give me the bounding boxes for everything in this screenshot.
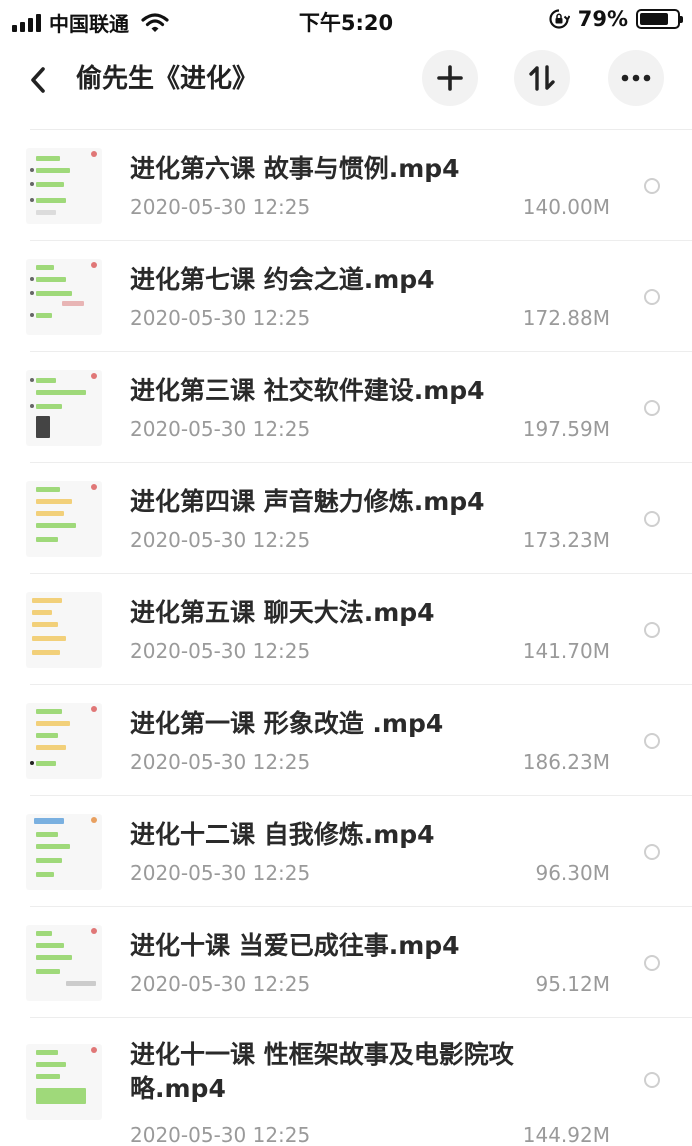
select-radio[interactable] (644, 844, 660, 860)
add-button[interactable] (422, 50, 478, 106)
file-date: 2020-05-30 12:25 (130, 639, 311, 663)
file-name: 进化第七课 约会之道.mp4 (130, 265, 435, 294)
select-radio[interactable] (644, 622, 660, 638)
status-bar: 中国联通 下午5:20 79% (0, 0, 692, 40)
file-size: 186.23M (522, 750, 610, 774)
file-row[interactable]: 进化十二课 自我修炼.mp4 2020-05-30 12:25 96.30M (0, 796, 692, 907)
file-date: 2020-05-30 12:25 (130, 972, 311, 996)
status-right: 79% (548, 7, 683, 31)
file-size: 197.59M (522, 417, 610, 441)
select-radio[interactable] (644, 511, 660, 527)
nav-header: 偷先生《进化》 (0, 40, 692, 120)
video-thumbnail (26, 814, 102, 890)
file-size: 144.92M (522, 1123, 610, 1146)
video-thumbnail (26, 370, 102, 446)
chevron-left-icon (31, 67, 45, 93)
file-row[interactable]: 进化第三课 社交软件建设.mp4 2020-05-30 12:25 197.59… (0, 352, 692, 463)
file-date: 2020-05-30 12:25 (130, 528, 311, 552)
select-radio[interactable] (644, 733, 660, 749)
file-size: 172.88M (522, 306, 610, 330)
file-row[interactable]: 进化第七课 约会之道.mp4 2020-05-30 12:25 172.88M (0, 241, 692, 352)
file-date: 2020-05-30 12:25 (130, 195, 311, 219)
video-thumbnail (26, 148, 102, 224)
select-radio[interactable] (644, 400, 660, 416)
rotation-lock-icon (549, 9, 570, 29)
file-name: 进化第一课 形象改造 .mp4 (130, 709, 444, 738)
file-size: 95.12M (535, 972, 610, 996)
select-radio[interactable] (644, 178, 660, 194)
sort-button[interactable] (514, 50, 570, 106)
file-row[interactable]: 进化第六课 故事与惯例.mp4 2020-05-30 12:25 140.00M (0, 130, 692, 241)
file-row[interactable]: 进化第五课 聊天大法.mp4 2020-05-30 12:25 141.70M (0, 574, 692, 685)
file-size: 141.70M (522, 639, 610, 663)
file-date: 2020-05-30 12:25 (130, 306, 311, 330)
video-thumbnail (26, 1044, 102, 1120)
file-name: 进化第四课 声音魅力修炼.mp4 (130, 487, 485, 516)
plus-icon (437, 65, 463, 91)
more-button[interactable] (608, 50, 664, 106)
file-size: 173.23M (522, 528, 610, 552)
select-radio[interactable] (644, 289, 660, 305)
file-row[interactable]: 进化第一课 形象改造 .mp4 2020-05-30 12:25 186.23M (0, 685, 692, 796)
video-thumbnail (26, 703, 102, 779)
file-name: 进化十一课 性框架故事及电影院攻略.mp4 (130, 1040, 514, 1103)
file-name: 进化十二课 自我修炼.mp4 (130, 820, 435, 849)
file-row[interactable]: 进化十课 当爱已成往事.mp4 2020-05-30 12:25 95.12M (0, 907, 692, 1018)
select-radio[interactable] (644, 1072, 660, 1088)
battery-icon (636, 9, 683, 29)
battery-fill (640, 13, 669, 25)
file-name: 进化十课 当爱已成往事.mp4 (130, 931, 460, 960)
video-thumbnail (26, 592, 102, 668)
file-date: 2020-05-30 12:25 (130, 1123, 311, 1146)
sort-icon (529, 65, 555, 91)
file-date: 2020-05-30 12:25 (130, 861, 311, 885)
file-size: 96.30M (535, 861, 610, 885)
more-icon (621, 74, 651, 82)
file-name: 进化第六课 故事与惯例.mp4 (130, 154, 460, 183)
file-date: 2020-05-30 12:25 (130, 750, 311, 774)
video-thumbnail (26, 925, 102, 1001)
file-name: 进化第三课 社交软件建设.mp4 (130, 376, 485, 405)
file-list: 进化第六课 故事与惯例.mp4 2020-05-30 12:25 140.00M… (0, 130, 692, 1146)
file-name: 进化第五课 聊天大法.mp4 (130, 598, 435, 627)
battery-percent: 79% (577, 7, 628, 31)
video-thumbnail (26, 481, 102, 557)
video-thumbnail (26, 259, 102, 335)
file-date: 2020-05-30 12:25 (130, 417, 311, 441)
back-button[interactable] (20, 62, 56, 98)
file-row[interactable]: 进化十一课 性框架故事及电影院攻略.mp4 2020-05-30 12:25 1… (0, 1018, 692, 1146)
file-row[interactable]: 进化第四课 声音魅力修炼.mp4 2020-05-30 12:25 173.23… (0, 463, 692, 574)
select-radio[interactable] (644, 955, 660, 971)
file-size: 140.00M (522, 195, 610, 219)
page-title: 偷先生《进化》 (76, 64, 259, 94)
